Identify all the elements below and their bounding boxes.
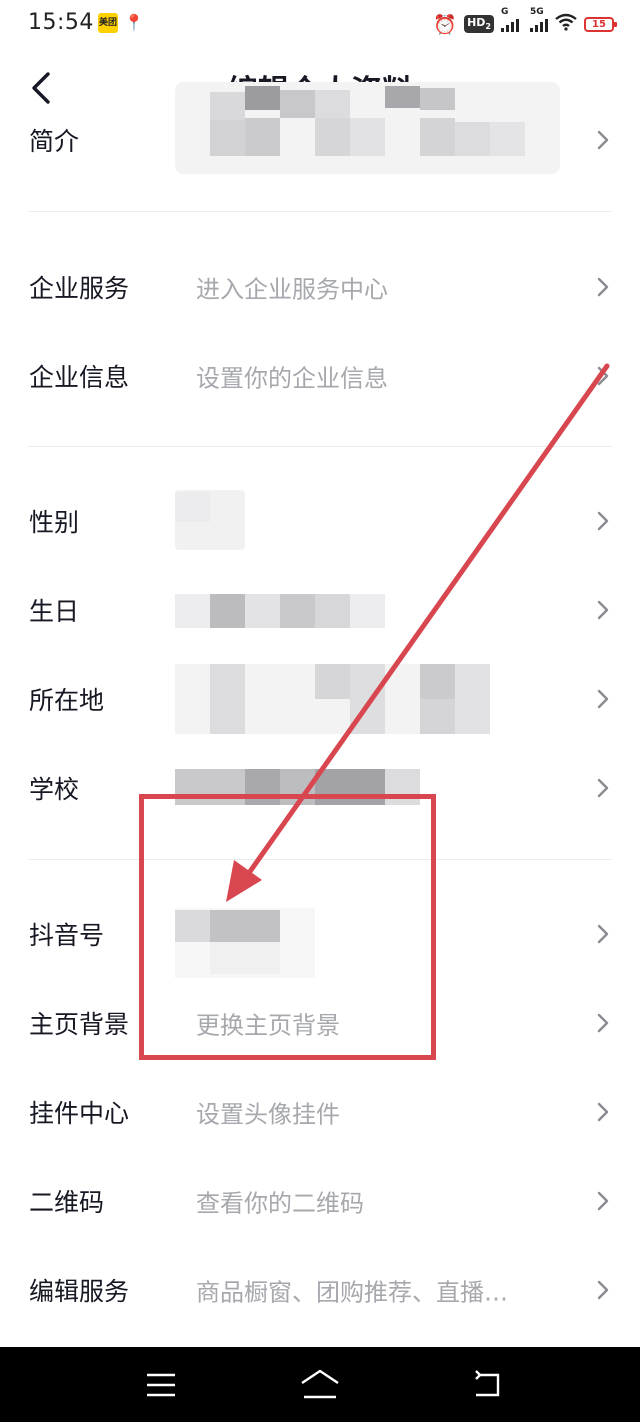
row-enterprise-info[interactable]: 企业信息 设置你的企业信息 [0, 332, 640, 420]
row-label: 所在地 [29, 686, 105, 715]
row-label: 二维码 [29, 1188, 105, 1217]
signal-g-icon: G [501, 7, 519, 32]
chevron-right-icon [597, 1191, 609, 1211]
wifi-icon [555, 13, 577, 36]
chevron-right-icon [597, 778, 609, 798]
privacy-mosaic [175, 490, 245, 550]
chevron-right-icon [597, 366, 609, 386]
chevron-right-icon [597, 1102, 609, 1122]
row-pendant-center[interactable]: 挂件中心 设置头像挂件 [0, 1068, 640, 1156]
row-label: 简介 [29, 127, 80, 156]
row-intro[interactable]: 简介 [0, 96, 640, 184]
row-label: 性别 [29, 508, 80, 537]
row-value: 设置你的企业信息 [196, 364, 388, 393]
chevron-right-icon [597, 130, 609, 150]
row-location[interactable]: 所在地 [0, 655, 640, 743]
row-label: 编辑服务 [29, 1277, 130, 1306]
row-label: 学校 [29, 775, 80, 804]
row-value: 进入企业服务中心 [196, 275, 388, 304]
hd-voice-icon: HD2 [464, 15, 494, 33]
chevron-right-icon [597, 1013, 609, 1033]
row-gender[interactable]: 性别 [0, 477, 640, 565]
chevron-right-icon [597, 1280, 609, 1300]
chevron-right-icon [597, 511, 609, 531]
row-label: 主页背景 [29, 1010, 130, 1039]
back-icon[interactable] [470, 1367, 506, 1403]
annotation-highlight-box [139, 794, 436, 1060]
meituan-app-icon: 美团 [98, 13, 118, 33]
row-edit-service[interactable]: 编辑服务 商品橱窗、团购推荐、直播… [0, 1246, 640, 1334]
chevron-right-icon [597, 689, 609, 709]
row-birthday[interactable]: 生日 [0, 566, 640, 654]
row-label: 挂件中心 [29, 1099, 130, 1128]
status-time: 15:54 [28, 10, 94, 35]
row-label: 企业信息 [29, 363, 130, 392]
status-icons: ⏰ HD2 G 5G 15 [433, 7, 617, 37]
system-nav-bar [0, 1347, 640, 1422]
chevron-right-icon [597, 277, 609, 297]
divider [28, 446, 612, 447]
privacy-mosaic [175, 664, 490, 734]
row-value: 设置头像挂件 [196, 1100, 340, 1129]
status-bar: 15:54 美团 📍 ⏰ HD2 G 5G 15 [0, 0, 640, 50]
row-label: 企业服务 [29, 274, 130, 303]
chevron-right-icon [597, 600, 609, 620]
row-label: 抖音号 [29, 921, 105, 950]
menu-icon[interactable] [143, 1367, 179, 1403]
row-label: 生日 [29, 597, 80, 626]
row-enterprise-service[interactable]: 企业服务 进入企业服务中心 [0, 243, 640, 331]
home-icon[interactable] [298, 1367, 342, 1403]
divider [28, 211, 612, 212]
alarm-icon: ⏰ [433, 13, 458, 36]
chevron-right-icon [597, 924, 609, 944]
signal-5g-icon: 5G [530, 7, 548, 32]
privacy-mosaic [175, 594, 385, 628]
row-qr-code[interactable]: 二维码 查看你的二维码 [0, 1157, 640, 1245]
row-value: 查看你的二维码 [196, 1189, 364, 1218]
map-pin-icon: 📍 [124, 13, 144, 32]
row-value: 商品橱窗、团购推荐、直播… [196, 1278, 508, 1307]
battery-icon: 15 [584, 16, 617, 32]
